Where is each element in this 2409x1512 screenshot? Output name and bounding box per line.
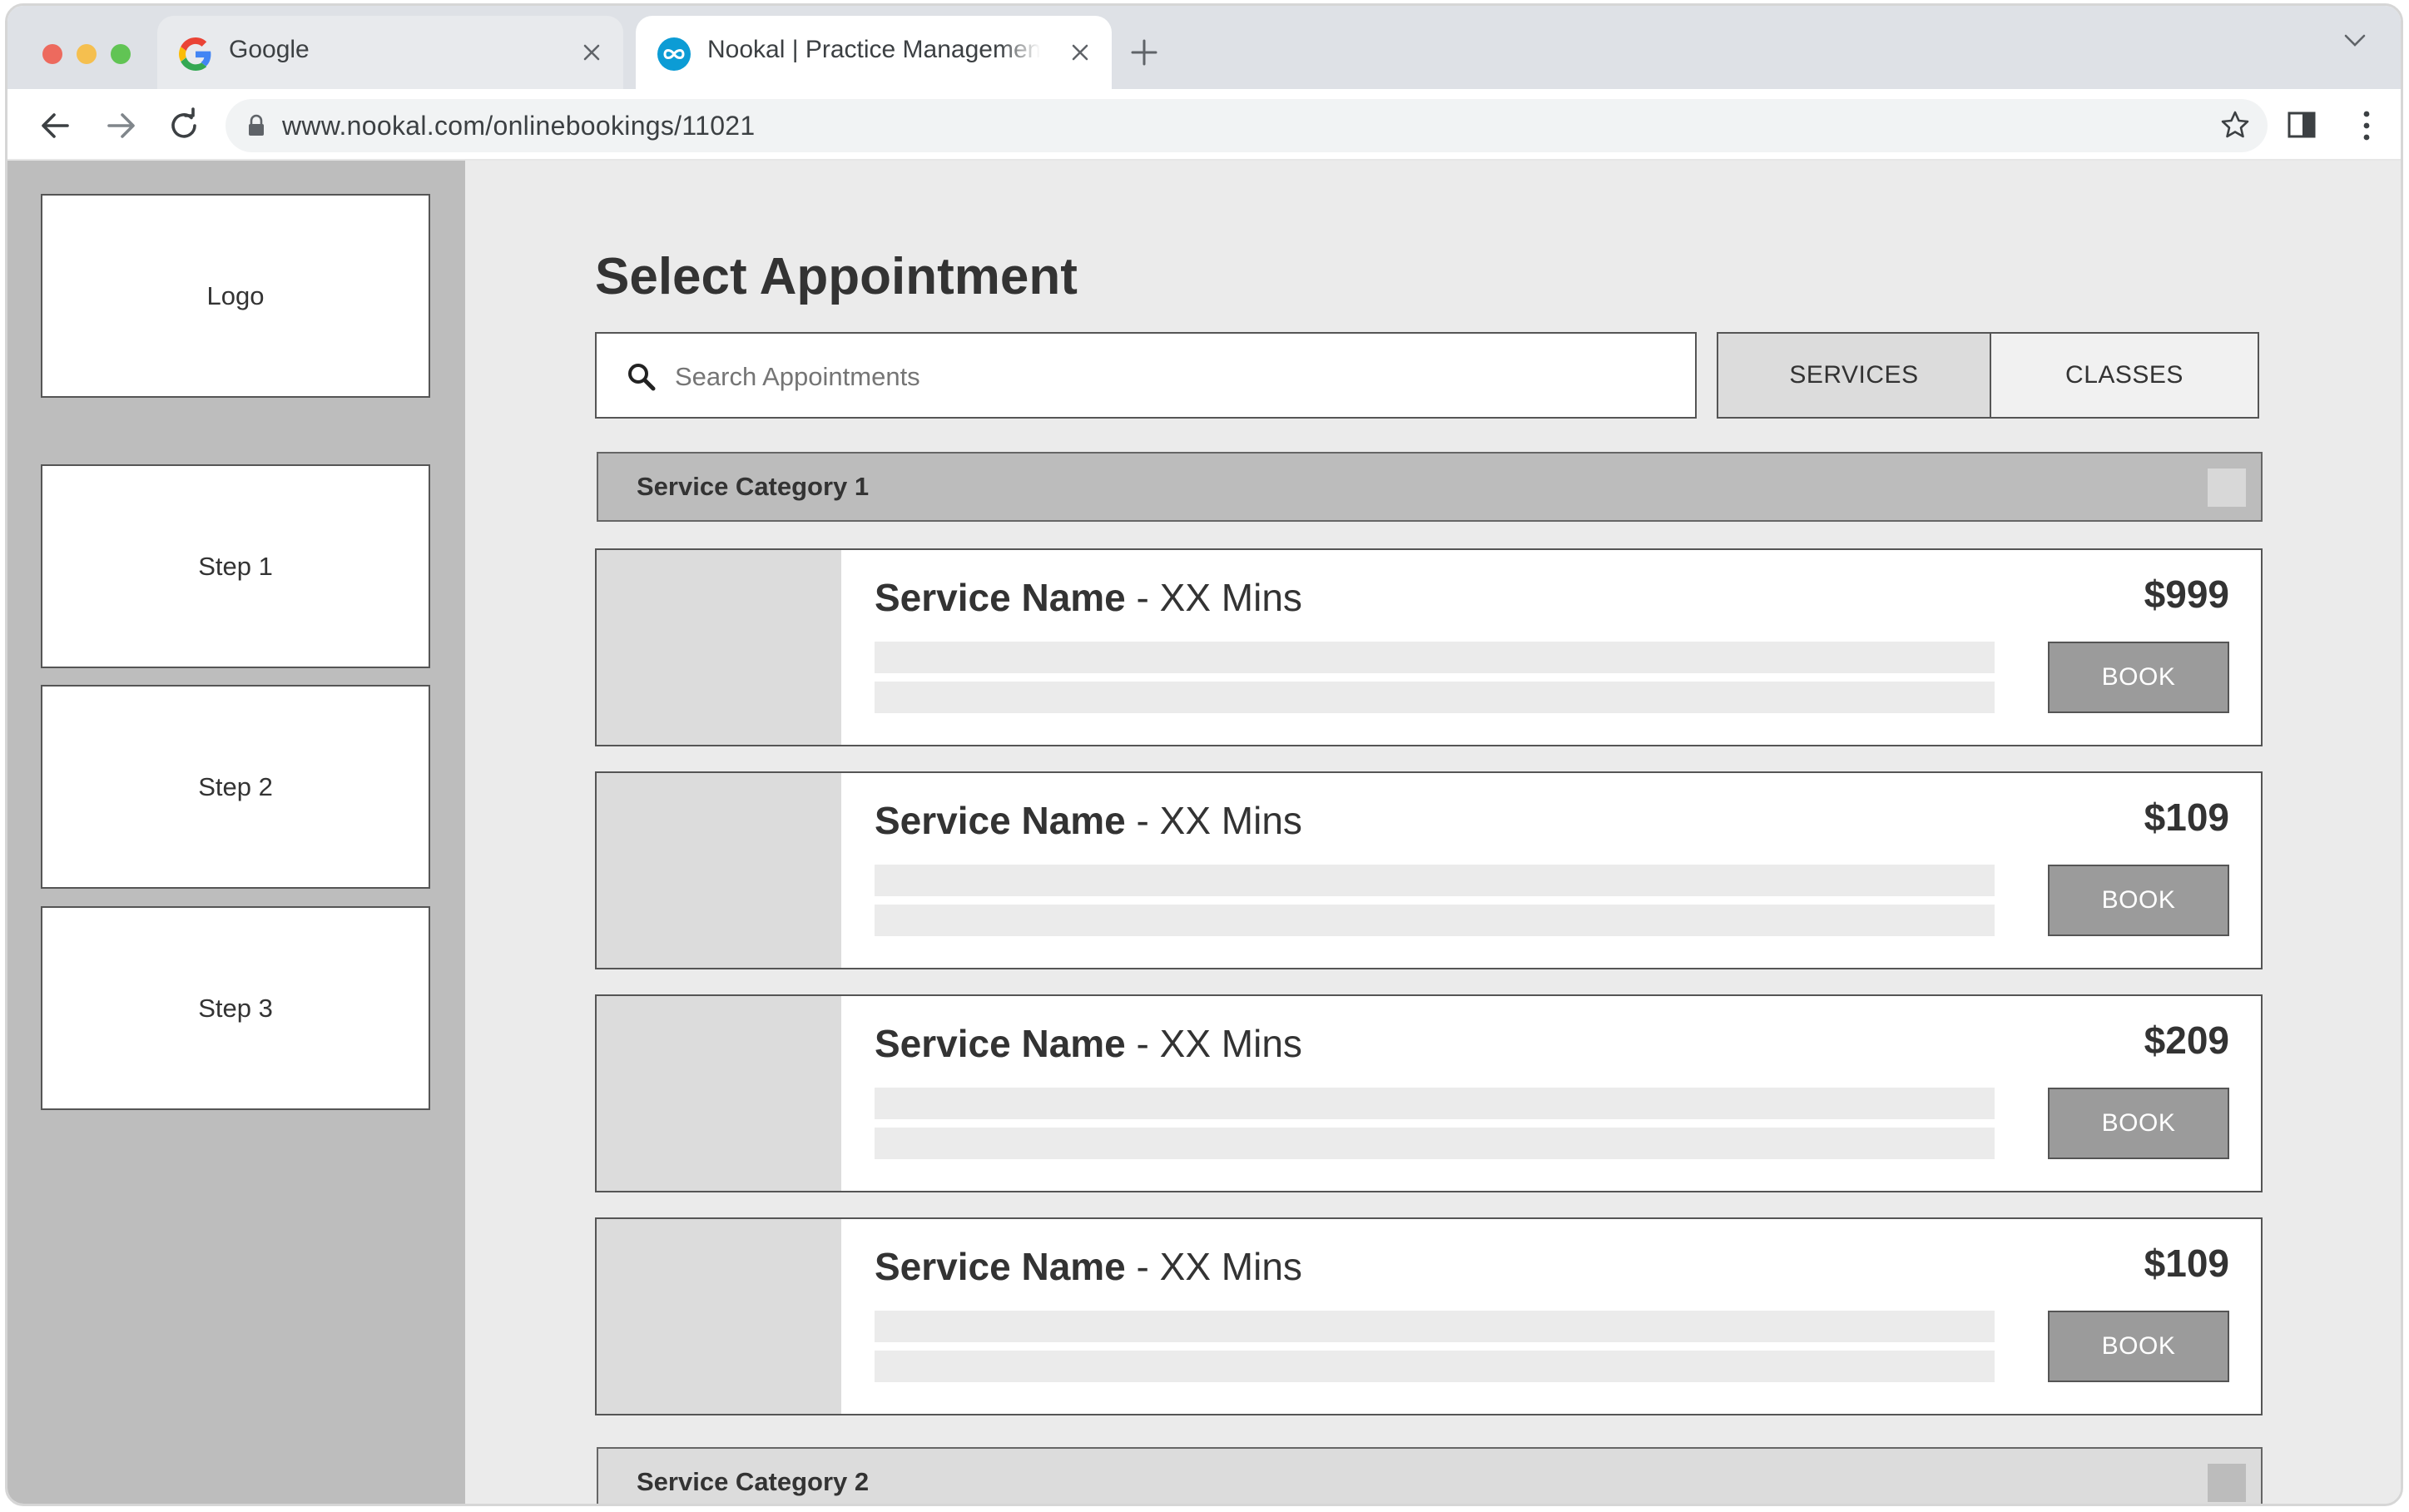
forward-arrow-icon[interactable] xyxy=(102,107,139,144)
logo-label: Logo xyxy=(206,280,265,310)
minimize-window-button[interactable] xyxy=(77,44,97,64)
service-price: $109 xyxy=(2144,796,2229,839)
chevron-down-icon[interactable] xyxy=(2342,31,2367,51)
service-title: Service Name - XX Mins xyxy=(875,1244,1302,1289)
service-image-placeholder xyxy=(597,996,841,1191)
service-duration: - XX Mins xyxy=(1125,1022,1302,1065)
service-duration: - XX Mins xyxy=(1125,1245,1302,1288)
description-placeholder xyxy=(875,1088,1995,1119)
description-placeholder xyxy=(875,1351,1995,1382)
book-button[interactable]: BOOK xyxy=(2048,1088,2229,1159)
browser-toolbar: www.nookal.com/onlinebookings/11021 xyxy=(7,89,2401,161)
lock-icon xyxy=(249,114,264,136)
url-text: www.nookal.com/onlinebookings/11021 xyxy=(282,111,756,141)
tab-google[interactable]: Google xyxy=(157,16,623,89)
service-card: Service Name - XX Mins $209 BOOK xyxy=(595,994,2263,1192)
tab-strip: Google Nookal | Practice Management xyxy=(7,6,2401,89)
service-name: Service Name xyxy=(875,1022,1126,1065)
step-label: Step 1 xyxy=(198,551,273,581)
back-arrow-icon[interactable] xyxy=(37,107,74,144)
nookal-icon xyxy=(657,37,691,71)
book-button[interactable]: BOOK xyxy=(2048,1311,2229,1382)
side-panel-icon[interactable] xyxy=(2286,109,2317,141)
tab-title: Google xyxy=(229,36,310,63)
new-tab-icon[interactable] xyxy=(1129,37,1159,67)
service-card: Service Name - XX Mins $109 BOOK xyxy=(595,771,2263,969)
search-box[interactable] xyxy=(595,332,1697,419)
step-label: Step 2 xyxy=(198,771,273,801)
service-card: Service Name - XX Mins $999 BOOK xyxy=(595,548,2263,746)
service-title: Service Name - XX Mins xyxy=(875,575,1302,620)
category-label: Service Category 2 xyxy=(637,1467,870,1496)
service-duration: - XX Mins xyxy=(1125,799,1302,842)
category-header[interactable]: Service Category 1 xyxy=(597,452,2263,522)
service-image-placeholder xyxy=(597,1219,841,1414)
search-icon xyxy=(628,364,656,391)
step-3[interactable]: Step 3 xyxy=(41,906,430,1110)
category-header[interactable]: Service Category 2 xyxy=(597,1447,2263,1504)
service-name: Service Name xyxy=(875,1245,1126,1288)
book-button[interactable]: BOOK xyxy=(2048,865,2229,936)
service-price: $109 xyxy=(2144,1242,2229,1285)
service-image-placeholder xyxy=(597,773,841,968)
description-placeholder xyxy=(875,682,1995,713)
reload-icon[interactable] xyxy=(166,107,202,144)
description-placeholder xyxy=(875,1311,1995,1342)
close-tab-icon[interactable] xyxy=(578,39,605,66)
more-options-icon[interactable] xyxy=(2361,109,2372,142)
service-title: Service Name - XX Mins xyxy=(875,798,1302,843)
page-content: Logo Step 1 Step 2 Step 3 Select Appoint… xyxy=(7,161,2401,1504)
sidebar: Logo Step 1 Step 2 Step 3 xyxy=(7,161,465,1504)
service-name: Service Name xyxy=(875,799,1126,842)
search-input[interactable] xyxy=(673,361,1592,393)
service-price: $999 xyxy=(2144,573,2229,616)
service-name: Service Name xyxy=(875,576,1126,619)
main-panel: Select Appointment SERVICES CLASSES Serv… xyxy=(465,161,2401,1504)
address-bar[interactable]: www.nookal.com/onlinebookings/11021 xyxy=(226,99,2268,152)
page-title: Select Appointment xyxy=(595,248,1078,305)
maximize-window-button[interactable] xyxy=(111,44,131,64)
logo-placeholder: Logo xyxy=(41,194,430,398)
browser-window: Google Nookal | Practice Management www.… xyxy=(5,3,2403,1506)
tab-services[interactable]: SERVICES xyxy=(1717,332,1991,419)
bookmark-star-icon[interactable] xyxy=(2219,109,2251,141)
service-image-placeholder xyxy=(597,550,841,745)
service-card: Service Name - XX Mins $109 BOOK xyxy=(595,1217,2263,1415)
description-placeholder xyxy=(875,642,1995,673)
category-toggle[interactable] xyxy=(2208,1464,2246,1502)
service-title: Service Name - XX Mins xyxy=(875,1021,1302,1066)
book-button[interactable]: BOOK xyxy=(2048,642,2229,713)
description-placeholder xyxy=(875,1128,1995,1159)
step-1[interactable]: Step 1 xyxy=(41,464,430,668)
description-placeholder xyxy=(875,865,1995,896)
service-price: $209 xyxy=(2144,1019,2229,1062)
close-window-button[interactable] xyxy=(42,44,62,64)
tab-nookal[interactable]: Nookal | Practice Management xyxy=(636,16,1112,89)
service-duration: - XX Mins xyxy=(1125,576,1302,619)
category-label: Service Category 1 xyxy=(637,472,870,501)
step-label: Step 3 xyxy=(198,993,273,1023)
category-toggle[interactable] xyxy=(2208,468,2246,507)
tab-classes[interactable]: CLASSES xyxy=(1990,332,2259,419)
description-placeholder xyxy=(875,905,1995,936)
google-icon xyxy=(179,37,211,71)
tab-title: Nookal | Practice Management xyxy=(707,36,1040,63)
close-tab-icon[interactable] xyxy=(1067,39,1093,66)
step-2[interactable]: Step 2 xyxy=(41,685,430,889)
